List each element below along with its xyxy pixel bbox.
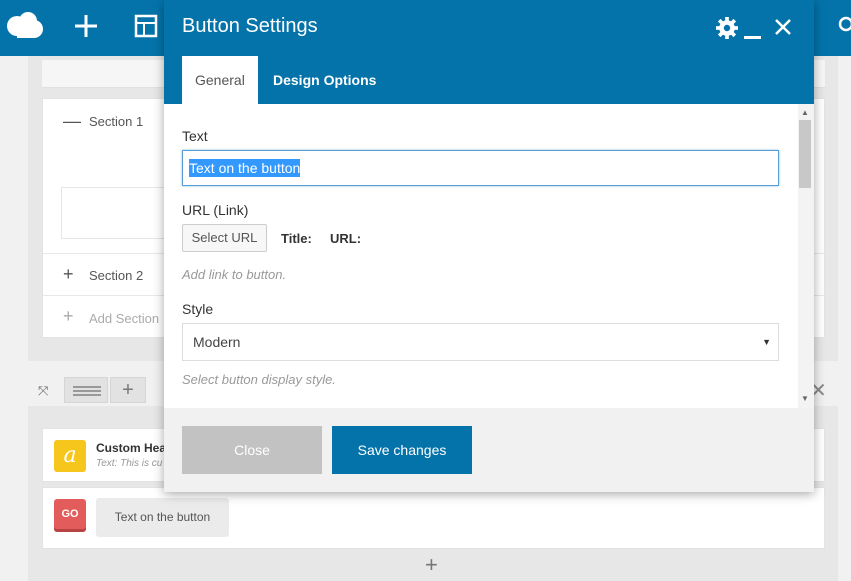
button-text-input[interactable]: Text on the button	[182, 150, 779, 186]
plus-icon[interactable]: +	[63, 264, 74, 285]
cloud-logo-icon[interactable]	[6, 11, 44, 41]
add-section-label: Add Section	[89, 311, 160, 326]
plus-icon: +	[63, 306, 74, 326]
text-element-icon: a	[54, 440, 86, 472]
gear-icon[interactable]	[716, 17, 738, 39]
save-changes-button[interactable]: Save changes	[332, 426, 472, 474]
search-icon[interactable]	[838, 16, 851, 36]
plus-icon[interactable]	[74, 14, 98, 38]
layout-icon[interactable]	[134, 14, 158, 38]
selected-text: Text on the button	[189, 159, 301, 177]
modal-header: Button Settings General Design Options	[164, 0, 814, 104]
url-hint: Add link to button.	[182, 267, 287, 282]
url-value-label: URL:	[330, 231, 362, 246]
select-url-button[interactable]: Select URL	[182, 224, 267, 252]
text-field-label: Text	[182, 128, 208, 144]
button-element[interactable]: GO Text on the button	[42, 487, 825, 549]
button-element-icon: GO	[54, 499, 86, 529]
style-select[interactable]: Modern ▼	[182, 323, 779, 361]
empty-section-area[interactable]	[61, 187, 171, 239]
button-preview[interactable]: Text on the button	[96, 498, 229, 537]
modal-footer: Close Save changes	[164, 408, 814, 492]
scrollbar-thumb[interactable]	[799, 120, 811, 188]
minimize-icon[interactable]	[744, 36, 761, 39]
style-field-label: Style	[182, 301, 214, 317]
section-label: Section 1	[89, 114, 144, 129]
caret-down-icon: ▼	[762, 337, 771, 347]
url-field-label: URL (Link)	[182, 202, 249, 218]
modal-title: Button Settings	[182, 15, 318, 37]
scroll-up-arrow-icon[interactable]: ▲	[801, 108, 809, 117]
url-title-label: Title:	[281, 231, 312, 246]
element-title: Custom Hea	[96, 441, 167, 455]
tab-design-options[interactable]: Design Options	[260, 56, 389, 104]
element-subtitle: Text: This is cu	[96, 458, 163, 469]
scroll-down-arrow-icon[interactable]: ▼	[801, 394, 809, 403]
close-button[interactable]: Close	[182, 426, 322, 474]
minus-icon[interactable]: —	[63, 111, 81, 132]
close-icon[interactable]	[774, 18, 792, 36]
section-label: Section 2	[89, 268, 144, 283]
style-hint: Select button display style.	[182, 372, 336, 387]
style-select-value: Modern	[193, 334, 241, 350]
tab-general[interactable]: General	[182, 56, 258, 104]
add-element-button[interactable]: +	[110, 377, 146, 403]
add-row-icon[interactable]: +	[425, 552, 438, 578]
expand-icon[interactable]: ⤧	[38, 383, 48, 399]
drag-handle-icon[interactable]	[64, 377, 108, 403]
